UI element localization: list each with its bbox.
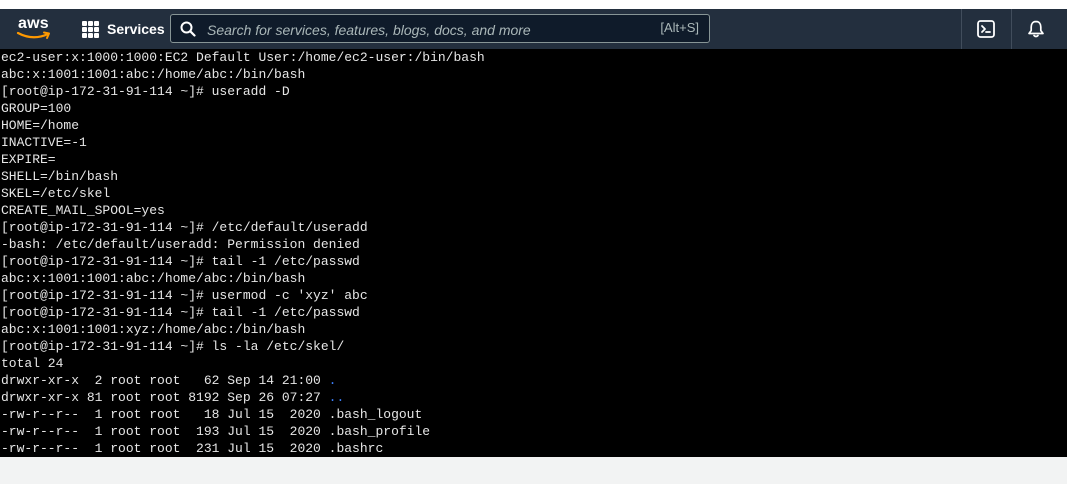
cloudshell-button[interactable] [976, 19, 996, 39]
terminal-line: EXPIRE= [1, 152, 56, 167]
search-icon [180, 21, 196, 37]
services-menu-button[interactable]: Services [82, 17, 165, 41]
terminal-line: INACTIVE=-1 [1, 135, 87, 150]
aws-console-navbar: aws Services [Alt+S] [0, 9, 1067, 49]
terminal-line: [root@ip-172-31-91-114 ~]# usermod -c 'x… [1, 288, 368, 303]
listing-row-file-name: .bashrc [328, 441, 384, 456]
listing-row: drwxr-xr-x 2 root root 62 Sep 14 21:00 . [0, 372, 1067, 389]
terminal-line: abc:x:1001:1001:xyz:/home/abc:/bin/bash [1, 322, 306, 337]
listing-row: -rw-r--r-- 1 root root 231 Jul 15 2020 .… [0, 440, 1067, 457]
listing-row-meta: -rw-r--r-- 1 root root 231 Jul 15 2020 [1, 441, 329, 456]
listing-row: -rw-r--r-- 1 root root 193 Jul 15 2020 .… [0, 423, 1067, 440]
listing-row-meta: -rw-r--r-- 1 root root 193 Jul 15 2020 [1, 424, 329, 439]
listing-row-meta: drwxr-xr-x 2 root root 62 Sep 14 21:00 [1, 373, 329, 388]
browser-top-strip [0, 0, 1067, 9]
terminal-line: abc:x:1001:1001:abc:/home/abc:/bin/bash [1, 271, 306, 286]
listing-row-file-name: .bash_profile [328, 424, 431, 439]
terminal-line: abc:x:1001:1001:abc:/home/abc:/bin/bash [1, 67, 306, 82]
nav-divider [961, 9, 962, 49]
terminal-line: [root@ip-172-31-91-114 ~]# tail -1 /etc/… [1, 305, 360, 320]
terminal-line: -bash: /etc/default/useradd: Permission … [1, 237, 360, 252]
terminal-line: HOME=/home [1, 118, 80, 133]
notifications-button[interactable] [1026, 19, 1046, 39]
listing-row: -rw-r--r-- 1 root root 18 Jul 15 2020 .b… [0, 406, 1067, 423]
aws-logo[interactable]: aws [16, 15, 54, 43]
terminal-line: [root@ip-172-31-91-114 ~]# tail -1 /etc/… [1, 254, 360, 269]
bell-icon [1028, 20, 1044, 38]
terminal-line: CREATE_MAIL_SPOOL=yes [1, 203, 165, 218]
listing-row-dir-name: . [328, 373, 337, 388]
listing-row-dir-name: .. [328, 390, 345, 405]
listing-row-meta: -rw-r--r-- 1 root root 18 Jul 15 2020 [1, 407, 329, 422]
terminal-line: SKEL=/etc/skel [1, 186, 111, 201]
terminal-line: [root@ip-172-31-91-114 ~]# /etc/default/… [1, 220, 368, 235]
listing-row-file-name: .bash_logout [328, 407, 423, 422]
search-shortcut-hint: [Alt+S] [660, 20, 699, 35]
terminal-line: GROUP=100 [1, 101, 72, 116]
terminal-line: total 24 [1, 356, 64, 371]
listing-row-meta: drwxr-xr-x 81 root root 8192 Sep 26 07:2… [1, 390, 329, 405]
terminal-line: [root@ip-172-31-91-114 ~]# useradd -D [1, 84, 290, 99]
aws-smile-icon [16, 31, 50, 39]
listing-row: drwxr-xr-x 81 root root 8192 Sep 26 07:2… [0, 389, 1067, 406]
nav-divider [1011, 9, 1012, 49]
search-box[interactable]: [Alt+S] [170, 14, 710, 43]
page: aws Services [Alt+S] [0, 0, 1067, 484]
services-grid-icon [82, 20, 99, 38]
search-input[interactable] [205, 18, 629, 41]
terminal-line: SHELL=/bin/bash [1, 169, 119, 184]
cloudshell-icon [977, 20, 995, 38]
terminal-output[interactable]: ec2-user:x:1000:1000:EC2 Default User:/h… [0, 49, 1067, 457]
services-label: Services [107, 21, 165, 37]
terminal-line: ec2-user:x:1000:1000:EC2 Default User:/h… [1, 50, 485, 65]
terminal-line: [root@ip-172-31-91-114 ~]# ls -la /etc/s… [1, 339, 345, 354]
